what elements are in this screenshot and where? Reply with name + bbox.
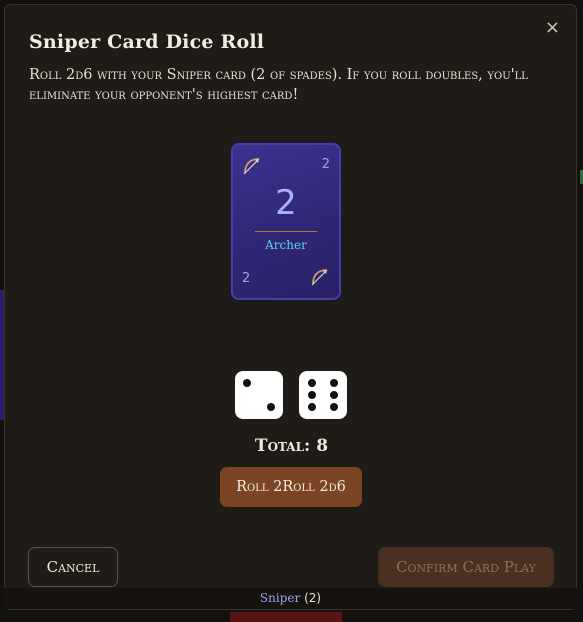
cancel-button[interactable]: Cancel — [28, 547, 118, 587]
dice-roll-modal: Sniper Card Dice Roll × Roll 2d6 with yo… — [4, 4, 577, 610]
die-two — [299, 371, 347, 419]
die-pip — [307, 403, 316, 411]
die-pip — [243, 379, 251, 387]
background-panel-bottom — [230, 612, 342, 622]
bow-and-arrow-icon — [311, 269, 328, 286]
confirm-card-play-button[interactable]: Confirm Card Play — [378, 547, 554, 587]
close-icon[interactable]: × — [545, 19, 560, 37]
card-corner-value: 2 — [321, 157, 330, 172]
die-pip — [330, 403, 339, 411]
card-value: 2 — [275, 183, 297, 223]
die-pip — [307, 391, 316, 399]
card-corner-value: 2 — [242, 271, 251, 286]
modal-description: Roll 2d6 with your Sniper card (2 of spa… — [29, 67, 528, 103]
die-one — [235, 371, 283, 419]
modal-title: Sniper Card Dice Roll — [29, 31, 265, 53]
hand-card-name: Sniper — [259, 591, 301, 605]
hand-card-label: Sniper (2) — [4, 588, 577, 609]
bow-and-arrow-icon — [243, 158, 260, 175]
die-pip — [330, 379, 339, 387]
die-pip — [330, 391, 339, 399]
die-pip — [307, 379, 316, 387]
sniper-card: 2 2 Archer 2 — [231, 143, 341, 300]
roll-dice-button[interactable]: Roll 2Roll 2d6 — [220, 467, 362, 507]
die-pip — [267, 403, 275, 411]
card-divider — [255, 231, 317, 232]
hand-card-count: (2) — [304, 591, 322, 605]
dice-total: Total: 8 — [254, 436, 329, 456]
card-role: Archer — [265, 238, 307, 252]
